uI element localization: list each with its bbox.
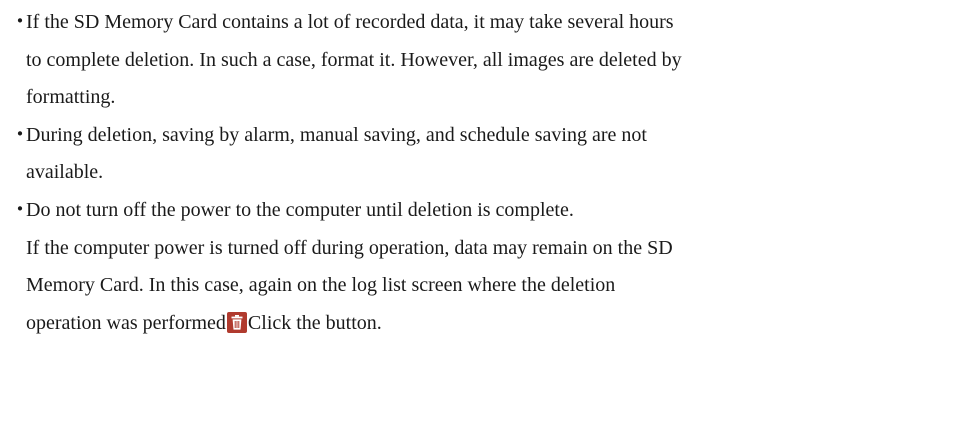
note-2: ・ During deletion, saving by alarm, manu… <box>8 117 966 192</box>
note-3: ・ Do not turn off the power to the compu… <box>8 192 966 342</box>
note-line-with-icon: operation was performed Click the button. <box>26 305 966 343</box>
note-line: to complete deletion. In such a case, fo… <box>26 48 682 71</box>
note-1: ・ If the SD Memory Card contains a lot o… <box>8 4 966 117</box>
note-line: During deletion, saving by alarm, manual… <box>26 123 647 146</box>
note-text-before-icon: operation was performed <box>26 311 226 334</box>
note-line: Do not turn off the power to the compute… <box>26 198 574 221</box>
notes-block: ・ If the SD Memory Card contains a lot o… <box>8 4 966 342</box>
bullet-point: ・ <box>10 198 30 221</box>
note-text-after-icon: Click the button. <box>247 311 382 334</box>
bullet-point: ・ <box>10 123 30 146</box>
note-line: If the SD Memory Card contains a lot of … <box>26 11 674 33</box>
note-line: Memory Card. In this case, again on the … <box>26 274 616 297</box>
trash-icon <box>226 309 247 333</box>
note-line: If the computer power is turned off duri… <box>26 236 673 259</box>
note-line: available. <box>26 161 104 184</box>
bullet-point: ・ <box>10 11 30 33</box>
note-line: formatting. <box>26 86 116 109</box>
